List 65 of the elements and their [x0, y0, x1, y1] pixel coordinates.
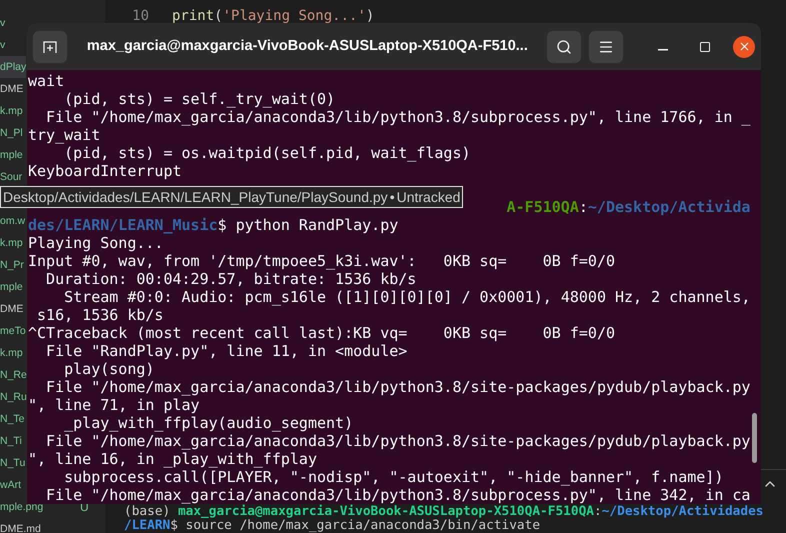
terminal-line: (pid, sts) = self._try_wait(0) — [63, 90, 336, 108]
file-item[interactable]: mple — [0, 276, 23, 298]
file-item[interactable]: N_Pr — [0, 254, 24, 276]
file-status: Untracked — [396, 188, 460, 206]
terminal-line: wait — [28, 72, 64, 90]
line-number: 10 — [131, 6, 150, 26]
file-item[interactable]: N_Pl — [0, 122, 23, 144]
terminal-line: KeyboardInterrupt — [28, 162, 182, 180]
terminal-line: s16, 1536 kb/s — [36, 306, 164, 324]
file-item[interactable]: DME — [0, 298, 24, 320]
file-item[interactable]: DME.md — [0, 518, 41, 533]
new-tab-icon — [42, 38, 58, 54]
file-item[interactable]: Sour — [0, 166, 22, 188]
search-icon — [556, 38, 572, 54]
terminal-line: try_wait — [28, 126, 100, 144]
file-item[interactable]: mple.png — [0, 496, 44, 518]
terminal-line: Input #0, wav, from '/tmp/tmpoee5_k3i.wav': 0KB sq= 0B f=0/0 — [28, 252, 615, 270]
file-item[interactable]: N_Re — [0, 364, 27, 386]
scrollbar-thumb[interactable] — [752, 413, 757, 463]
file-item[interactable]: dPlay — [0, 56, 26, 78]
terminal-line: (pid, sts) = os.waitpid(self.pid, wait_flags) — [63, 144, 471, 162]
terminal-line: ^CTraceback (most recent call last):KB vq= 0KB sq= 0B f=0/0 — [28, 324, 615, 342]
menu-button[interactable] — [589, 30, 624, 62]
search-button[interactable] — [547, 30, 582, 62]
close-button[interactable] — [733, 36, 755, 58]
file-item[interactable]: meTo — [0, 320, 26, 342]
file-item[interactable]: wArt — [0, 474, 21, 496]
minimize-icon — [658, 48, 668, 50]
file-item[interactable]: k.mp — [0, 232, 23, 254]
maximize-icon — [699, 40, 712, 52]
file-item[interactable]: mple — [0, 144, 23, 166]
file-item[interactable]: DME — [0, 78, 24, 100]
terminal-line: Playing Song... — [28, 234, 164, 252]
close-icon — [738, 40, 751, 53]
terminal-line: _play_with_ffplay(audio_segment) — [63, 414, 354, 432]
terminal-line: (base) max_garcia@maxgarcia-VivoBook-ASUSLaptop-X510QA-F510QA:~/Desktop/Actividades — [124, 505, 764, 519]
new-tab-button[interactable] — [33, 30, 67, 62]
terminal-line: Stream #0:0: Audio: pcm_s16le ([1][0][0][0] / 0x0001), 48000 Hz, 2 channels, — [63, 288, 750, 306]
file-item[interactable]: om.w — [0, 210, 26, 232]
file-item[interactable]: N_Te — [0, 408, 25, 430]
terminal-line: File "/home/max_garcia/anaconda3/lib/python3.8/subprocess.py", line 1766, in _ — [45, 108, 750, 126]
terminal-line: A-F510QA:~/Desktop/Activida — [506, 198, 750, 216]
file-path: Desktop/Actividades/LEARN/LEARN_PlayTune/PlaySound.py — [3, 188, 388, 207]
file-item[interactable]: N_Tu — [0, 452, 26, 474]
window-title: max_garcia@maxgarcia-VivoBook-ASUSLaptop-X510QA-F510... — [86, 36, 529, 56]
separator-dot: • — [390, 188, 395, 206]
file-item[interactable]: k.mp — [0, 100, 23, 122]
terminal-line: ", line 16, in _play_with_ffplay — [28, 450, 317, 468]
terminal-line: des/LEARN/LEARN_Music$ python RandPlay.py — [28, 216, 398, 234]
menu-icon — [598, 38, 614, 54]
code-line: print('Playing Song...') — [172, 6, 374, 26]
file-item[interactable]: v — [0, 34, 6, 56]
file-item[interactable]: k.mp — [0, 342, 23, 364]
terminal-line: subprocess.call([PLAYER, "-nodisp", "-autoexit", "-hide_banner", f.name]) — [63, 468, 724, 486]
terminal-line: File "/home/max_garcia/anaconda3/lib/python3.8/subprocess.py", line 342, in ca — [45, 486, 750, 504]
terminal-line: File "/home/max_garcia/anaconda3/lib/python3.8/site-packages/pydub/playback.py — [45, 432, 750, 450]
file-item[interactable]: N_Ru — [0, 386, 27, 408]
terminal-line: File "RandPlay.py", line 11, in <module> — [45, 342, 408, 360]
terminal-line: /LEARN$ source /home/max_garcia/anaconda3/bin/activate — [124, 519, 542, 533]
file-item[interactable]: v — [0, 12, 6, 34]
file-item[interactable]: N_Ti — [0, 430, 22, 452]
terminal-line: File "/home/max_garcia/anaconda3/lib/python3.8/site-packages/pydub/playback.py — [45, 378, 750, 396]
terminal-line: ", line 71, in play — [28, 396, 200, 414]
terminal-line: play(song) — [63, 360, 154, 378]
terminal-line: Duration: 00:04:29.57, bitrate: 1536 kb/s — [45, 270, 416, 288]
